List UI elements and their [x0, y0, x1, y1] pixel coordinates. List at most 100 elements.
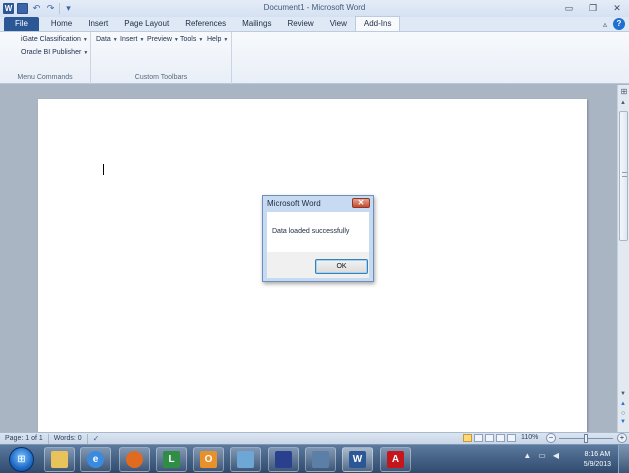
proofing-icon[interactable]: ✓	[88, 434, 105, 443]
scroll-down-icon[interactable]: ▼	[620, 391, 626, 397]
notes-icon	[237, 451, 254, 468]
redo-icon[interactable]: ↷	[45, 3, 56, 14]
chevron-down-icon: ▼	[83, 50, 89, 56]
view-ruler-icon[interactable]: ⊞	[619, 87, 629, 97]
taskbar-app-calendar[interactable]	[268, 447, 299, 472]
taskbar-app-adobe-reader[interactable]: A	[380, 447, 411, 472]
chevron-down-icon: ▼	[198, 37, 204, 43]
zoom-level[interactable]: 110%	[521, 434, 538, 441]
web-layout-icon[interactable]	[485, 434, 494, 442]
next-page-icon[interactable]: ▼	[620, 419, 626, 425]
insert-menu[interactable]: Insert ▼	[120, 36, 144, 43]
show-hidden-icons-icon[interactable]: ▲	[523, 451, 531, 460]
browse-object-icon[interactable]: ○	[621, 410, 625, 417]
word-count[interactable]: Words: 0	[49, 433, 88, 444]
scroll-grip-icon	[622, 172, 627, 177]
firefox-icon	[126, 451, 143, 468]
previous-page-icon[interactable]: ▲	[620, 401, 626, 407]
tab-references[interactable]: References	[177, 17, 234, 31]
collapse-ribbon-icon[interactable]: ▵	[603, 20, 607, 29]
volume-icon[interactable]: ◀	[553, 451, 559, 460]
taskbar-app-explorer[interactable]	[44, 447, 75, 472]
scroll-up-icon[interactable]: ▲	[620, 100, 626, 106]
window-title: Document1 - Microsoft Word	[263, 3, 366, 12]
pdf-icon: A	[387, 451, 404, 468]
draft-icon[interactable]	[507, 434, 516, 442]
ok-button[interactable]: OK	[315, 259, 368, 274]
zoom-out-icon[interactable]: −	[546, 433, 556, 443]
taskbar-app-notes[interactable]	[230, 447, 261, 472]
message-dialog: Microsoft Word ✕ Data loaded successfull…	[262, 195, 374, 282]
clock-date: 5/9/2013	[583, 461, 611, 468]
tab-view[interactable]: View	[322, 17, 355, 31]
minimize-icon[interactable]: ▭	[563, 2, 575, 14]
restore-icon[interactable]: ❐	[587, 2, 599, 14]
dialog-close-icon[interactable]: ✕	[352, 198, 370, 208]
dialog-message: Data loaded successfully	[272, 228, 350, 235]
tab-page-layout[interactable]: Page Layout	[116, 17, 177, 31]
taskbar-clock[interactable]: 8:16 AM 5/9/2013	[584, 450, 611, 470]
full-screen-reading-icon[interactable]	[474, 434, 483, 442]
qat-divider	[59, 3, 60, 14]
chevron-down-icon: ▼	[139, 37, 145, 43]
help-icon[interactable]: ?	[613, 18, 625, 30]
network-icon[interactable]: ▭	[538, 451, 546, 460]
zoom-in-icon[interactable]: +	[617, 433, 627, 443]
tab-insert[interactable]: Insert	[80, 17, 116, 31]
tools-menu[interactable]: Tools ▼	[180, 36, 203, 43]
data-menu[interactable]: Data ▼	[96, 36, 118, 43]
vertical-scrollbar[interactable]: ⊞ ▲ ▼ ▲ ○ ▼	[617, 85, 629, 432]
save-icon[interactable]	[17, 3, 28, 14]
taskbar-app-word[interactable]: W	[342, 447, 373, 472]
preview-menu-label: Preview	[147, 36, 172, 43]
menu-commands-group: iGate Classification ▼ Oracle BI Publishe…	[0, 32, 91, 84]
outline-icon[interactable]	[496, 434, 505, 442]
taskbar-app-lync[interactable]: L	[156, 447, 187, 472]
calendar-icon	[275, 451, 292, 468]
chevron-down-icon: ▼	[173, 37, 179, 43]
tab-add-ins[interactable]: Add-Ins	[354, 16, 401, 31]
print-layout-icon[interactable]	[463, 434, 472, 442]
ie-icon: e	[87, 451, 104, 468]
scroll-thumb[interactable]	[619, 111, 628, 241]
taskbar: ⊞ e L O W A ▲ ▭ ◀ 8:16 AM 5/9/2013	[0, 444, 629, 473]
tab-mailings[interactable]: Mailings	[234, 17, 279, 31]
tab-file[interactable]: File	[4, 17, 39, 31]
dialog-footer: OK	[267, 252, 369, 278]
oracle-bi-publisher-menu[interactable]: Oracle BI Publisher ▼	[21, 49, 88, 56]
page-count[interactable]: Page: 1 of 1	[0, 433, 49, 444]
title-bar: W ↶ ↷ ▾ Document1 - Microsoft Word ▭ ❐ ✕	[0, 0, 629, 17]
status-bar: Page: 1 of 1 Words: 0 ✓ 110% − +	[0, 432, 629, 444]
close-icon[interactable]: ✕	[611, 2, 623, 14]
taskbar-app-ie[interactable]: e	[80, 447, 111, 472]
taskbar-app-firefox[interactable]	[119, 447, 150, 472]
undo-icon[interactable]: ↶	[31, 3, 42, 14]
chevron-down-icon: ▼	[223, 37, 229, 43]
lync-icon: L	[163, 451, 180, 468]
ribbon-tabs: File Home Insert Page Layout References …	[0, 16, 629, 32]
customize-qat-icon[interactable]: ▾	[63, 3, 74, 14]
tab-review[interactable]: Review	[279, 17, 321, 31]
data-menu-label: Data	[96, 36, 111, 43]
help-menu-label: Help	[207, 36, 222, 43]
ribbon-body: iGate Classification ▼ Oracle BI Publishe…	[0, 32, 629, 84]
preview-menu[interactable]: Preview ▼	[147, 36, 179, 43]
media-icon	[312, 451, 329, 468]
oracle-bi-publisher-label: Oracle BI Publisher	[21, 49, 82, 56]
igate-classification-label: iGate Classification	[21, 36, 81, 43]
tab-home[interactable]: Home	[43, 17, 80, 31]
zoom-slider-thumb[interactable]	[584, 434, 588, 443]
taskbar-app-media[interactable]	[305, 447, 336, 472]
menu-commands-label: Menu Commands	[17, 74, 73, 81]
start-button[interactable]: ⊞	[9, 447, 34, 472]
word-logo-icon[interactable]: W	[3, 3, 14, 14]
show-desktop-button[interactable]	[618, 445, 629, 473]
help-menu[interactable]: Help ▼	[207, 36, 228, 43]
custom-toolbars-label: Custom Toolbars	[134, 74, 188, 81]
chevron-down-icon: ▼	[82, 37, 88, 43]
dialog-title: Microsoft Word	[267, 199, 321, 208]
taskbar-app-outlook[interactable]: O	[193, 447, 224, 472]
igate-classification-menu[interactable]: iGate Classification ▼	[21, 36, 88, 43]
windows-logo-icon: ⊞	[17, 454, 26, 465]
folder-icon	[51, 451, 68, 468]
